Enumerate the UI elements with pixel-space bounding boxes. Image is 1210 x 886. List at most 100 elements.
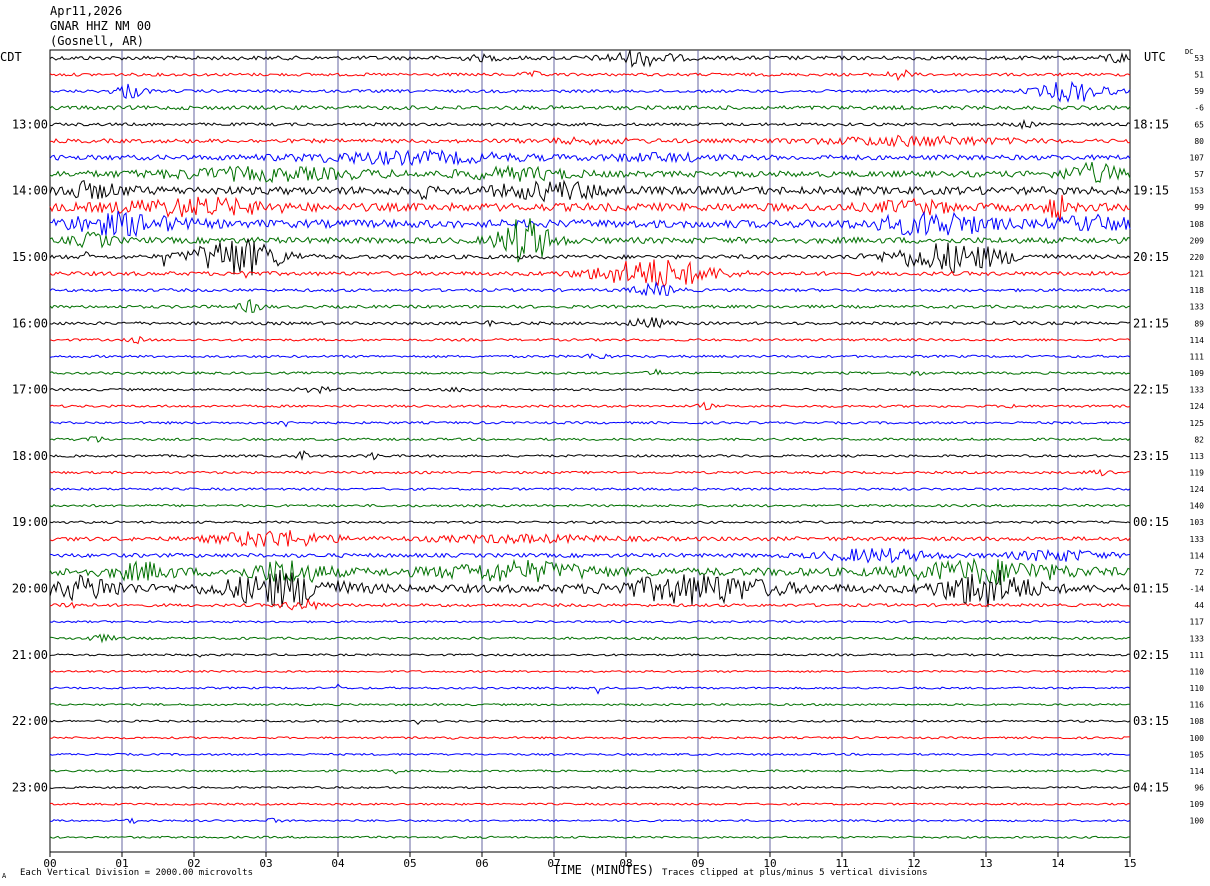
dc-offset-label: 105	[1190, 750, 1205, 759]
x-tick-label: 04	[331, 857, 345, 870]
trace-line	[49, 218, 1131, 263]
trace-line	[49, 487, 1131, 491]
trace-line	[49, 835, 1131, 839]
x-axis-title: TIME (MINUTES)	[553, 863, 655, 877]
trace-line	[49, 194, 1130, 222]
dc-offset-label: 100	[1190, 817, 1205, 826]
cdt-time-label: 22:00	[12, 714, 48, 728]
dc-offset-label: 114	[1190, 551, 1205, 560]
trace-line	[49, 598, 1131, 611]
dc-offset-label: 220	[1190, 253, 1205, 262]
trace-line	[49, 401, 1131, 411]
trace-line	[49, 385, 1131, 395]
trace-line	[49, 368, 1131, 377]
dc-offset-label: 57	[1194, 170, 1204, 179]
dc-offset-label: 108	[1190, 220, 1205, 229]
trace-line	[49, 719, 1131, 725]
dc-offset-label: 209	[1190, 236, 1205, 245]
helicorder-plot: 00 01 02 03 04 05 06 07 08 09 10 11 12 13 14 15 13:0014…	[12, 49, 1205, 870]
dc-offset-label: 140	[1190, 502, 1205, 511]
trace-line	[49, 80, 1131, 103]
dc-offset-label: 124	[1190, 485, 1205, 494]
dc-offset-label: 119	[1190, 469, 1205, 478]
dc-offset-label: 133	[1190, 634, 1205, 643]
trace-line	[49, 620, 1131, 624]
dc-offset-label: 59	[1194, 87, 1204, 96]
trace-line	[49, 317, 1131, 329]
dc-offset-label: 111	[1190, 352, 1205, 361]
trace-line	[49, 179, 1131, 203]
dc-offset-label: 65	[1194, 120, 1204, 129]
cdt-time-label: 21:00	[12, 648, 48, 662]
dc-offset-label: 103	[1190, 518, 1205, 527]
x-tick-label: 03	[259, 857, 272, 870]
utc-time-label: 22:15	[1133, 383, 1169, 397]
utc-time-label: 21:15	[1133, 316, 1169, 330]
trace-line	[49, 503, 1131, 508]
date-label: Apr11,2026	[50, 4, 123, 18]
cdt-time-label: 19:00	[12, 515, 48, 529]
utc-time-label: 23:15	[1133, 449, 1169, 463]
dc-offset-label: 110	[1190, 684, 1205, 693]
cdt-time-labels: 13:00 14:00 15:00 16:00 17:00 18:00 19:00 20:00…	[12, 117, 48, 794]
trace-line	[49, 817, 1131, 825]
dc-offset-label: 121	[1190, 270, 1205, 279]
cdt-time-label: 16:00	[12, 316, 48, 330]
trace-line	[49, 802, 1131, 806]
trace-line	[49, 520, 1131, 525]
trace-line	[49, 50, 1131, 68]
trace-line	[49, 298, 1131, 313]
seismic-traces	[49, 50, 1131, 839]
dc-offset-label: 117	[1190, 618, 1205, 627]
x-tick-label: 15	[1123, 857, 1136, 870]
cdt-time-label: 17:00	[12, 383, 48, 397]
trace-line	[49, 785, 1130, 790]
utc-label: UTC	[1144, 50, 1166, 64]
dc-offset-label: 82	[1194, 435, 1204, 444]
trace-line	[49, 736, 1130, 740]
trace-line	[49, 569, 1131, 608]
station-label: GNAR HHZ NM 00	[50, 19, 152, 33]
trace-line	[49, 148, 1131, 167]
cdt-time-label: 15:00	[12, 250, 48, 264]
dc-offset-label: 80	[1194, 137, 1204, 146]
trace-line	[49, 280, 1131, 296]
dc-label: DC	[1185, 48, 1194, 56]
dc-offset-label: 153	[1190, 187, 1205, 196]
dc-offset-label: 133	[1190, 386, 1205, 395]
x-tick-label: 05	[403, 857, 416, 870]
dc-offset-label: 111	[1190, 651, 1205, 660]
trace-line	[49, 161, 1131, 184]
dc-offset-labels: 53 51 59 -6 65 80 107 57 153 99 108 209 220 121 118 133…	[1190, 54, 1205, 826]
trace-line	[49, 633, 1131, 644]
scale-note: Each Vertical Division = 2000.00 microvo…	[20, 868, 253, 878]
utc-time-label: 04:15	[1133, 781, 1169, 795]
dc-offset-label: 110	[1190, 667, 1205, 676]
dc-offset-label: 108	[1190, 717, 1205, 726]
trace-line	[49, 69, 1131, 82]
dc-offset-label: 53	[1194, 54, 1204, 63]
dc-offset-label: 114	[1190, 336, 1205, 345]
dc-offset-label: 109	[1190, 369, 1205, 378]
cdt-time-label: 18:00	[12, 449, 48, 463]
utc-time-label: 19:15	[1133, 184, 1169, 198]
trace-line	[49, 468, 1131, 477]
dc-offset-label: -14	[1190, 585, 1205, 594]
trace-line	[49, 530, 1131, 549]
cdt-time-label: 14:00	[12, 184, 48, 198]
dc-offset-label: 96	[1194, 784, 1204, 793]
dc-offset-label: 124	[1190, 402, 1205, 411]
trace-line	[49, 118, 1131, 130]
dc-offset-label: 133	[1190, 303, 1205, 312]
dc-offset-label: 99	[1194, 203, 1204, 212]
dc-offset-label: 100	[1190, 734, 1205, 743]
utc-time-label: 20:15	[1133, 250, 1169, 264]
utc-time-label: 18:15	[1133, 117, 1169, 131]
trace-line	[49, 547, 1131, 564]
corner-mark: A	[2, 872, 7, 880]
cdt-time-label: 20:00	[12, 582, 48, 596]
x-tick-label: 06	[475, 857, 488, 870]
cdt-label: CDT	[0, 50, 22, 64]
trace-line	[49, 259, 1131, 289]
cdt-time-label: 13:00	[12, 117, 48, 131]
